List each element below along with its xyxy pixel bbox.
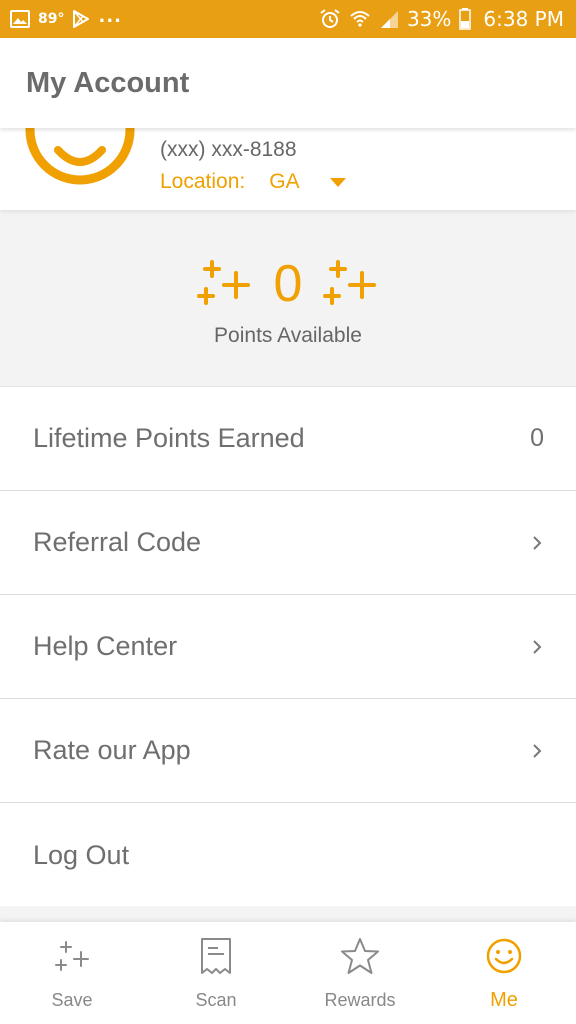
- menu-item-rate-app[interactable]: Rate our App: [0, 699, 576, 803]
- points-panel: 0 Points Available: [0, 212, 576, 384]
- play-store-icon: [73, 10, 90, 28]
- menu-item-label: Log Out: [33, 839, 130, 870]
- account-menu: Lifetime Points Earned 0 Referral Code H…: [0, 386, 576, 906]
- bottom-nav: Save Scan Rewards Me: [0, 922, 576, 1024]
- smiley-icon: [486, 938, 522, 974]
- status-bar-left: 89° ...: [10, 6, 122, 28]
- points-row: 0: [0, 254, 576, 314]
- menu-item-label: Lifetime Points Earned: [33, 423, 305, 453]
- profile-card: (xxx) xxx-8188 Location: GA: [0, 128, 576, 210]
- status-bar: 89° ... 33% 6:38 PM: [0, 0, 576, 38]
- nav-label: Scan: [195, 990, 237, 1010]
- sparkle-plus-icon: [323, 260, 377, 305]
- nav-tab-scan[interactable]: Scan: [144, 922, 288, 1024]
- nav-label: Save: [51, 990, 93, 1010]
- location-label: Location:: [160, 170, 246, 193]
- phone-number: (xxx) xxx-8188: [160, 138, 297, 161]
- location-value: GA: [269, 170, 300, 193]
- battery-percent: 33%: [406, 7, 452, 31]
- menu-item-log-out[interactable]: Log Out: [0, 803, 576, 907]
- menu-item-label: Rate our App: [33, 735, 191, 765]
- menu-item-referral-code[interactable]: Referral Code: [0, 491, 576, 595]
- menu-item-help-center[interactable]: Help Center: [0, 595, 576, 699]
- chevron-right-icon: [533, 535, 542, 550]
- nav-tab-save[interactable]: Save: [0, 922, 144, 1024]
- temperature-text: 89°: [38, 11, 65, 27]
- points-value: 0: [273, 255, 303, 313]
- points-caption: Points Available: [214, 324, 362, 347]
- menu-item-label: Help Center: [33, 631, 178, 661]
- sparkle-plus-icon: [196, 260, 250, 305]
- menu-item-label: Referral Code: [33, 527, 202, 557]
- image-icon: [10, 10, 30, 28]
- star-icon: [341, 938, 379, 974]
- chevron-right-icon: [533, 743, 542, 758]
- battery-icon: [459, 8, 472, 30]
- menu-item-lifetime-points: Lifetime Points Earned 0: [0, 387, 576, 491]
- nav-label: Me: [490, 989, 518, 1011]
- signal-icon: [380, 11, 398, 28]
- nav-label: Rewards: [324, 990, 396, 1010]
- status-bar-right: 33% 6:38 PM: [319, 7, 564, 31]
- avatar-smiley-icon: [25, 128, 135, 185]
- wifi-icon: [350, 11, 370, 27]
- location-selector[interactable]: Location: GA: [160, 168, 346, 196]
- dropdown-arrow-icon[interactable]: [329, 178, 346, 188]
- clock-time: 6:38 PM: [483, 7, 564, 31]
- chevron-right-icon: [533, 639, 542, 654]
- alarm-icon: [320, 9, 340, 28]
- lifetime-points-value: 0: [530, 424, 544, 452]
- page-title: My Account: [26, 66, 190, 99]
- notification-overflow: ...: [98, 5, 122, 27]
- nav-tab-rewards[interactable]: Rewards: [288, 922, 432, 1024]
- receipt-icon: [201, 938, 231, 974]
- app-header: My Account: [0, 38, 576, 128]
- sparkle-plus-icon: [55, 941, 89, 971]
- nav-tab-me[interactable]: Me: [432, 922, 576, 1024]
